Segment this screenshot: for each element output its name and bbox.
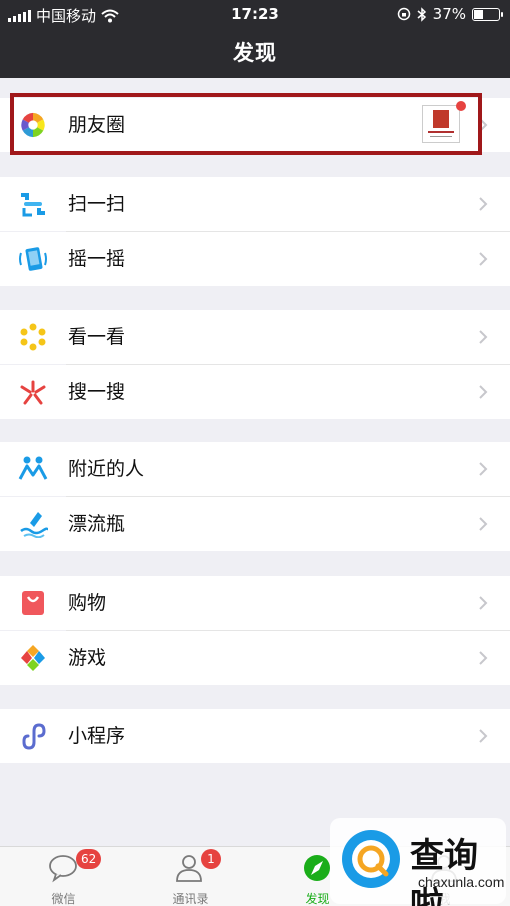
rotation-lock-icon bbox=[397, 7, 410, 21]
chevron-right-icon bbox=[479, 330, 488, 344]
battery-icon bbox=[472, 7, 503, 21]
chevron-right-icon bbox=[479, 517, 488, 531]
watermark-name: 查询啦 bbox=[410, 836, 478, 906]
watermark-domain: chaxunla.com bbox=[418, 874, 505, 890]
watermark: 查询啦 chaxunla.com bbox=[330, 818, 506, 906]
menu-label-mini-programs: 小程序 bbox=[68, 725, 126, 747]
status-right: 37% bbox=[397, 5, 503, 23]
chevron-right-icon bbox=[479, 385, 488, 399]
moments-new-dot bbox=[456, 101, 466, 111]
shake-icon bbox=[19, 247, 47, 271]
shopping-bag-icon bbox=[22, 591, 44, 615]
chevron-right-icon bbox=[479, 252, 488, 266]
menu-label-top-stories: 看一看 bbox=[68, 326, 126, 348]
games-icon bbox=[21, 645, 45, 671]
tab-label-chats: 微信 bbox=[51, 892, 76, 906]
bluetooth-icon bbox=[417, 6, 426, 22]
tab-contacts[interactable]: 1 通讯录 bbox=[127, 847, 254, 906]
watermark-logo-icon bbox=[342, 830, 400, 888]
tab-label-contacts: 通讯录 bbox=[172, 892, 209, 906]
top-stories-icon bbox=[20, 323, 46, 351]
chats-unread-badge: 62 bbox=[76, 849, 102, 869]
menu-item-scan[interactable]: 扫一扫 bbox=[0, 177, 510, 231]
page-title: 发现 bbox=[0, 28, 510, 78]
chevron-right-icon bbox=[479, 197, 488, 211]
chevron-right-icon bbox=[479, 651, 488, 665]
menu-label-shake: 摇一摇 bbox=[68, 248, 126, 270]
menu-item-people-nearby[interactable]: 附近的人 bbox=[0, 442, 510, 496]
tab-chats[interactable]: 62 微信 bbox=[0, 847, 127, 906]
moments-thumbnail bbox=[422, 105, 460, 143]
menu-item-search[interactable]: 搜一搜 bbox=[0, 365, 510, 419]
menu-label-scan: 扫一扫 bbox=[68, 193, 126, 215]
menu-item-mini-programs[interactable]: 小程序 bbox=[0, 709, 510, 763]
menu-label-drift-bottle: 漂流瓶 bbox=[68, 513, 126, 535]
menu-label-games: 游戏 bbox=[68, 647, 107, 669]
menu-label-moments: 朋友圈 bbox=[68, 114, 126, 136]
mini-programs-icon bbox=[22, 723, 46, 750]
compass-icon bbox=[304, 855, 330, 881]
menu-item-games[interactable]: 游戏 bbox=[0, 631, 510, 685]
chevron-right-icon bbox=[479, 462, 488, 476]
drift-bottle-icon bbox=[20, 512, 48, 538]
chevron-right-icon bbox=[479, 729, 488, 743]
status-bar: 中国移动 17:23 37% bbox=[0, 0, 510, 28]
battery-percent: 37% bbox=[432, 5, 466, 23]
menu-item-drift-bottle[interactable]: 漂流瓶 bbox=[0, 497, 510, 551]
menu-item-shake[interactable]: 摇一摇 bbox=[0, 232, 510, 286]
menu-label-people-nearby: 附近的人 bbox=[68, 458, 145, 480]
scan-icon bbox=[21, 193, 45, 217]
menu-label-shopping: 购物 bbox=[68, 592, 107, 614]
chat-bubble-icon bbox=[49, 855, 77, 883]
moments-icon bbox=[20, 112, 46, 138]
menu-item-shopping[interactable]: 购物 bbox=[0, 576, 510, 630]
moments-chevron-right-icon bbox=[479, 118, 488, 132]
chevron-right-icon bbox=[479, 596, 488, 610]
people-nearby-icon bbox=[18, 456, 48, 480]
menu-item-top-stories[interactable]: 看一看 bbox=[0, 310, 510, 364]
search-icon bbox=[20, 380, 46, 405]
contacts-badge: 1 bbox=[201, 849, 221, 869]
menu-label-search: 搜一搜 bbox=[68, 381, 126, 403]
